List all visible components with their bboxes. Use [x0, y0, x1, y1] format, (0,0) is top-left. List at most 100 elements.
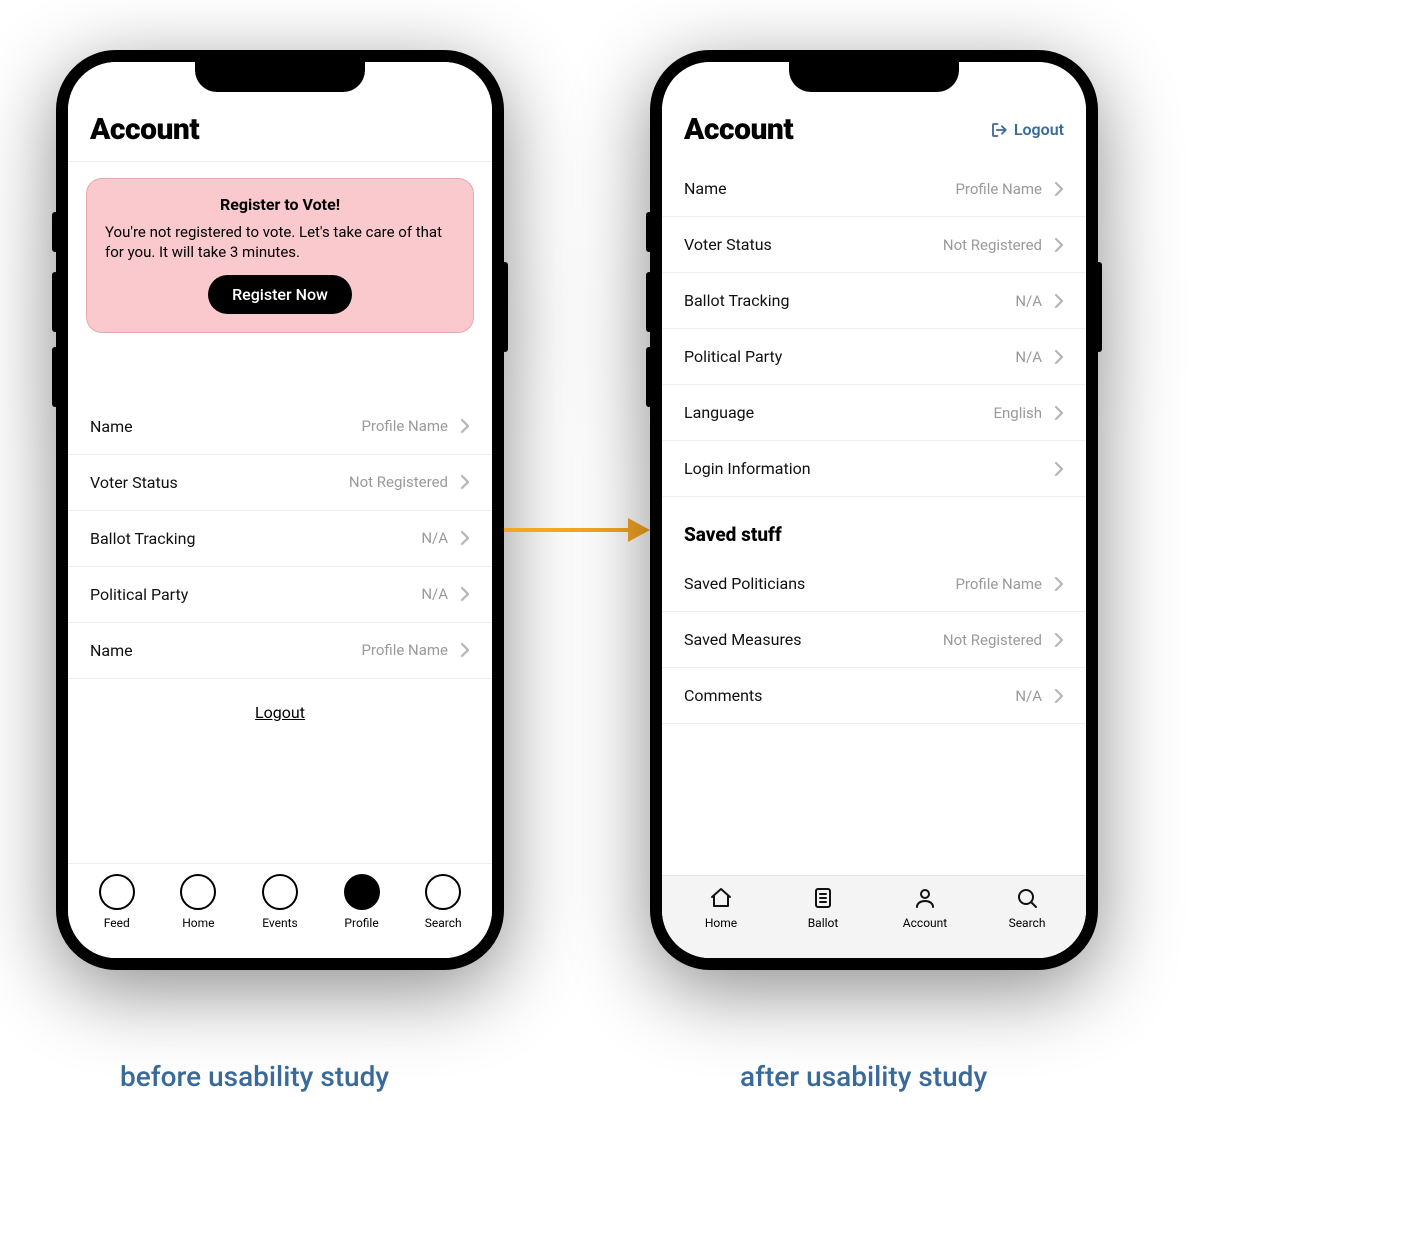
logout-icon	[990, 121, 1008, 139]
row-label: Voter Status	[684, 235, 772, 254]
tab-label: Events	[262, 916, 298, 930]
chevron-right-icon	[1054, 349, 1064, 365]
row-value: N/A	[1015, 292, 1042, 310]
logout-label: Logout	[1014, 120, 1064, 139]
side-button	[1096, 262, 1102, 352]
chevron-right-icon	[460, 418, 470, 434]
chevron-right-icon	[460, 530, 470, 546]
chevron-right-icon	[1054, 461, 1064, 477]
chevron-right-icon	[460, 642, 470, 658]
circle-filled-icon	[344, 874, 380, 910]
row-value: Profile Name	[955, 180, 1042, 198]
tab-events[interactable]: Events	[250, 874, 310, 930]
row-value: Profile Name	[955, 575, 1042, 593]
side-button	[52, 212, 58, 252]
row-value: N/A	[421, 585, 448, 603]
chevron-right-icon	[460, 586, 470, 602]
tab-label: Feed	[104, 916, 130, 930]
row-label: Saved Measures	[684, 630, 801, 649]
page-title: Account	[90, 112, 199, 147]
tab-home[interactable]: Home	[168, 874, 228, 930]
chevron-right-icon	[460, 474, 470, 490]
row-value: N/A	[1015, 687, 1042, 705]
row-value: Profile Name	[361, 641, 448, 659]
list-item[interactable]: Political Party N/A	[662, 329, 1086, 385]
logout-button[interactable]: Logout	[990, 120, 1064, 139]
circle-icon	[180, 874, 216, 910]
side-button	[646, 347, 652, 407]
chevron-right-icon	[1054, 632, 1064, 648]
account-icon	[913, 886, 937, 910]
phone-notch	[789, 60, 959, 92]
caption-after: after usability study	[740, 1060, 987, 1093]
row-label: Political Party	[684, 347, 782, 366]
row-label: Political Party	[90, 585, 188, 604]
tab-ballot[interactable]: Ballot	[793, 886, 853, 930]
circle-icon	[262, 874, 298, 910]
row-label: Ballot Tracking	[684, 291, 789, 310]
settings-list: Name Profile Name Voter Status Not Regis…	[662, 161, 1086, 497]
page-title: Account	[684, 112, 793, 147]
tab-feed[interactable]: Feed	[87, 874, 147, 930]
chevron-right-icon	[1054, 181, 1064, 197]
side-button	[646, 212, 652, 252]
list-item[interactable]: Name Profile Name	[68, 399, 492, 455]
list-item[interactable]: Voter Status Not Registered	[68, 455, 492, 511]
row-value: Not Registered	[349, 473, 448, 491]
arrow-right-icon	[500, 510, 650, 550]
saved-list: Saved Politicians Profile Name Saved Mea…	[662, 556, 1086, 724]
tab-account[interactable]: Account	[895, 886, 955, 930]
chevron-right-icon	[1054, 576, 1064, 592]
chevron-right-icon	[1054, 688, 1064, 704]
tab-label: Search	[1009, 916, 1046, 930]
list-item[interactable]: Ballot Tracking N/A	[68, 511, 492, 567]
tab-profile[interactable]: Profile	[332, 874, 392, 930]
phone-before: Account Register to Vote! You're not reg…	[56, 50, 504, 970]
list-item[interactable]: Voter Status Not Registered	[662, 217, 1086, 273]
chevron-right-icon	[1054, 237, 1064, 253]
search-icon	[1015, 886, 1039, 910]
register-now-button[interactable]: Register Now	[208, 275, 352, 314]
row-label: Voter Status	[90, 473, 178, 492]
row-label: Name	[684, 179, 727, 198]
tab-home[interactable]: Home	[691, 886, 751, 930]
list-item[interactable]: Political Party N/A	[68, 567, 492, 623]
row-value: Not Registered	[943, 631, 1042, 649]
list-item[interactable]: Ballot Tracking N/A	[662, 273, 1086, 329]
tab-label: Profile	[344, 916, 378, 930]
row-label: Comments	[684, 686, 762, 705]
section-saved-stuff: Saved stuff	[662, 497, 1086, 556]
row-label: Name	[90, 641, 133, 660]
phone-after: Account Logout Name Profile Name	[650, 50, 1098, 970]
list-item[interactable]: Comments N/A	[662, 668, 1086, 724]
row-label: Name	[90, 417, 133, 436]
side-button	[502, 262, 508, 352]
circle-icon	[99, 874, 135, 910]
tab-label: Home	[182, 916, 214, 930]
list-item[interactable]: Name Profile Name	[68, 623, 492, 679]
phone-notch	[195, 60, 365, 92]
list-item[interactable]: Name Profile Name	[662, 161, 1086, 217]
tab-label: Ballot	[808, 916, 839, 930]
list-item[interactable]: Saved Measures Not Registered	[662, 612, 1086, 668]
list-item[interactable]: Language English	[662, 385, 1086, 441]
register-banner: Register to Vote! You're not registered …	[86, 178, 474, 333]
settings-list: Name Profile Name Voter Status Not Regis…	[68, 399, 492, 679]
row-label: Login Information	[684, 459, 811, 478]
chevron-right-icon	[1054, 405, 1064, 421]
tab-label: Home	[705, 916, 737, 930]
circle-icon	[425, 874, 461, 910]
tab-search[interactable]: Search	[413, 874, 473, 930]
list-item[interactable]: Login Information	[662, 441, 1086, 497]
logout-link[interactable]: Logout	[255, 703, 305, 722]
chevron-right-icon	[1054, 293, 1064, 309]
caption-before: before usability study	[120, 1060, 389, 1093]
row-value: N/A	[421, 529, 448, 547]
tab-label: Search	[425, 916, 462, 930]
row-value: English	[993, 404, 1042, 422]
ballot-icon	[811, 886, 835, 910]
list-item[interactable]: Saved Politicians Profile Name	[662, 556, 1086, 612]
tab-search[interactable]: Search	[997, 886, 1057, 930]
side-button	[52, 272, 58, 332]
banner-body: You're not registered to vote. Let's tak…	[105, 222, 455, 263]
